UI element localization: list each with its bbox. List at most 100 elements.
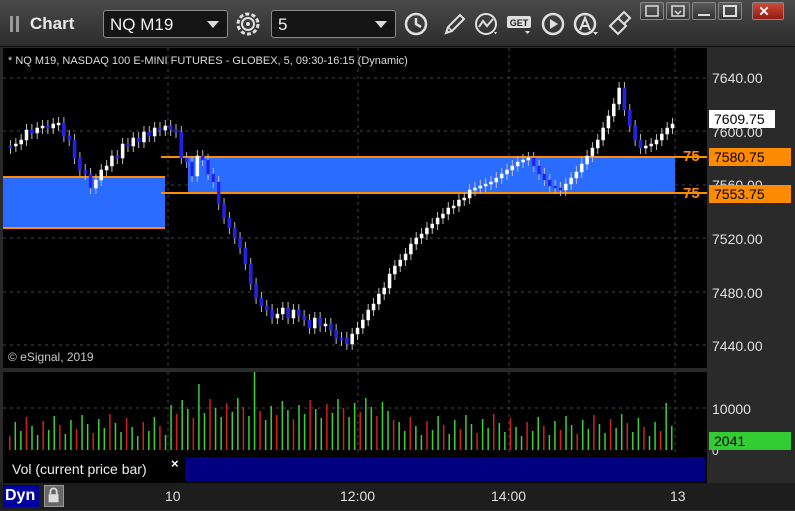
volume-bar bbox=[476, 433, 478, 450]
candle-body bbox=[628, 109, 632, 127]
volume-bar bbox=[198, 384, 200, 450]
candle-body bbox=[131, 137, 136, 147]
candle-body bbox=[302, 315, 306, 321]
interval-clock-button[interactable] bbox=[401, 10, 431, 38]
candle-body bbox=[489, 181, 493, 185]
draw-tool-button[interactable] bbox=[440, 10, 470, 38]
drag-grip-icon[interactable] bbox=[10, 16, 24, 32]
candle-body bbox=[152, 127, 157, 137]
candle-body bbox=[649, 143, 653, 147]
current-zone bbox=[188, 157, 675, 193]
dynamic-mode-label: Dyn bbox=[5, 487, 36, 504]
volume-bar bbox=[593, 415, 595, 450]
candle-body bbox=[563, 183, 568, 191]
candle-body bbox=[334, 329, 338, 339]
candle-body bbox=[462, 197, 467, 201]
candle-body bbox=[547, 179, 552, 187]
volume-bar bbox=[554, 421, 556, 450]
candle-body bbox=[510, 165, 515, 171]
candle-body bbox=[665, 127, 669, 135]
candle-body bbox=[606, 115, 611, 129]
volume-bar bbox=[276, 415, 278, 450]
dock-button[interactable] bbox=[666, 2, 690, 20]
volume-bar bbox=[481, 419, 484, 450]
volume-bar bbox=[387, 411, 389, 450]
minimize-icon bbox=[698, 14, 710, 16]
study-inputs-area[interactable] bbox=[185, 457, 705, 482]
volume-bar bbox=[231, 412, 234, 450]
prior-zone bbox=[3, 177, 165, 228]
volume-bar bbox=[342, 408, 345, 450]
close-button[interactable] bbox=[752, 2, 784, 20]
candle-body bbox=[467, 189, 472, 199]
candle-body bbox=[265, 305, 269, 311]
candle-body bbox=[8, 145, 13, 149]
candle-body bbox=[345, 337, 349, 345]
candle-body bbox=[574, 171, 579, 179]
watermark: © eSignal, 2019 bbox=[8, 350, 94, 364]
volume-bar bbox=[392, 420, 395, 450]
volume-bar bbox=[359, 412, 361, 450]
candle-body bbox=[24, 129, 29, 141]
price-axis-label: 7440.00 bbox=[712, 338, 763, 354]
volume-bar bbox=[565, 416, 567, 450]
close-study-icon[interactable]: × bbox=[171, 456, 179, 471]
candle-body bbox=[531, 157, 536, 167]
volume-bar bbox=[287, 410, 289, 450]
candle-body bbox=[483, 183, 488, 187]
candle-body bbox=[409, 243, 413, 255]
candle-body bbox=[419, 233, 424, 239]
float-window-button[interactable] bbox=[640, 2, 664, 20]
dynamic-mode-button[interactable]: Dyn bbox=[3, 485, 39, 507]
time-label-13: 13 bbox=[670, 488, 686, 504]
volume-bar bbox=[92, 433, 94, 450]
lower-level-price-tag: 7553.75 bbox=[709, 185, 791, 203]
candle-body bbox=[14, 143, 18, 147]
studies-button[interactable] bbox=[472, 10, 502, 38]
volume-bar bbox=[109, 414, 111, 450]
get-data-button[interactable]: GET bbox=[505, 10, 535, 38]
candle-body bbox=[94, 179, 98, 189]
link-button[interactable] bbox=[604, 10, 634, 38]
lower-level-label: 75 bbox=[683, 185, 700, 202]
lock-button[interactable] bbox=[44, 485, 64, 507]
candle-body bbox=[542, 173, 547, 181]
candle-body bbox=[200, 155, 205, 161]
candle-body bbox=[179, 131, 184, 159]
volume-bar bbox=[237, 398, 239, 450]
volume-bar bbox=[526, 422, 528, 450]
last-volume-tag: 2041 bbox=[709, 432, 791, 450]
candle-body bbox=[275, 313, 280, 319]
volume-bar bbox=[648, 436, 651, 450]
price-chart-panel[interactable] bbox=[3, 48, 707, 368]
volume-panel[interactable] bbox=[3, 372, 707, 456]
volume-bar bbox=[209, 399, 211, 450]
volume-bar bbox=[53, 416, 56, 450]
candle-body bbox=[430, 223, 435, 229]
volume-bar bbox=[86, 424, 89, 450]
symbol-settings-button[interactable] bbox=[233, 10, 263, 38]
play-button[interactable] bbox=[538, 10, 568, 38]
volume-bar bbox=[25, 417, 28, 450]
minimize-button[interactable] bbox=[692, 2, 716, 20]
volume-chart-canvas[interactable] bbox=[3, 372, 707, 456]
candle-body bbox=[35, 127, 39, 134]
maximize-button[interactable] bbox=[718, 2, 742, 20]
candle-body bbox=[30, 129, 34, 134]
candle-body bbox=[521, 159, 525, 163]
candle-body bbox=[110, 155, 114, 167]
candle-body bbox=[238, 237, 242, 249]
candle-body bbox=[99, 169, 104, 181]
link-diamond-icon bbox=[608, 10, 632, 36]
volume-bar bbox=[159, 426, 161, 450]
alerts-button[interactable] bbox=[571, 10, 601, 38]
volume-bar bbox=[615, 428, 617, 450]
volume-bar bbox=[70, 420, 72, 450]
candle-body bbox=[174, 129, 178, 133]
time-label-1200: 12:00 bbox=[340, 488, 376, 504]
volume-bar bbox=[103, 428, 106, 450]
interval-select[interactable]: 5 bbox=[271, 10, 396, 38]
volume-bar bbox=[598, 424, 601, 450]
price-chart-canvas[interactable] bbox=[3, 48, 707, 368]
symbol-select[interactable]: NQ M19 bbox=[103, 10, 228, 38]
